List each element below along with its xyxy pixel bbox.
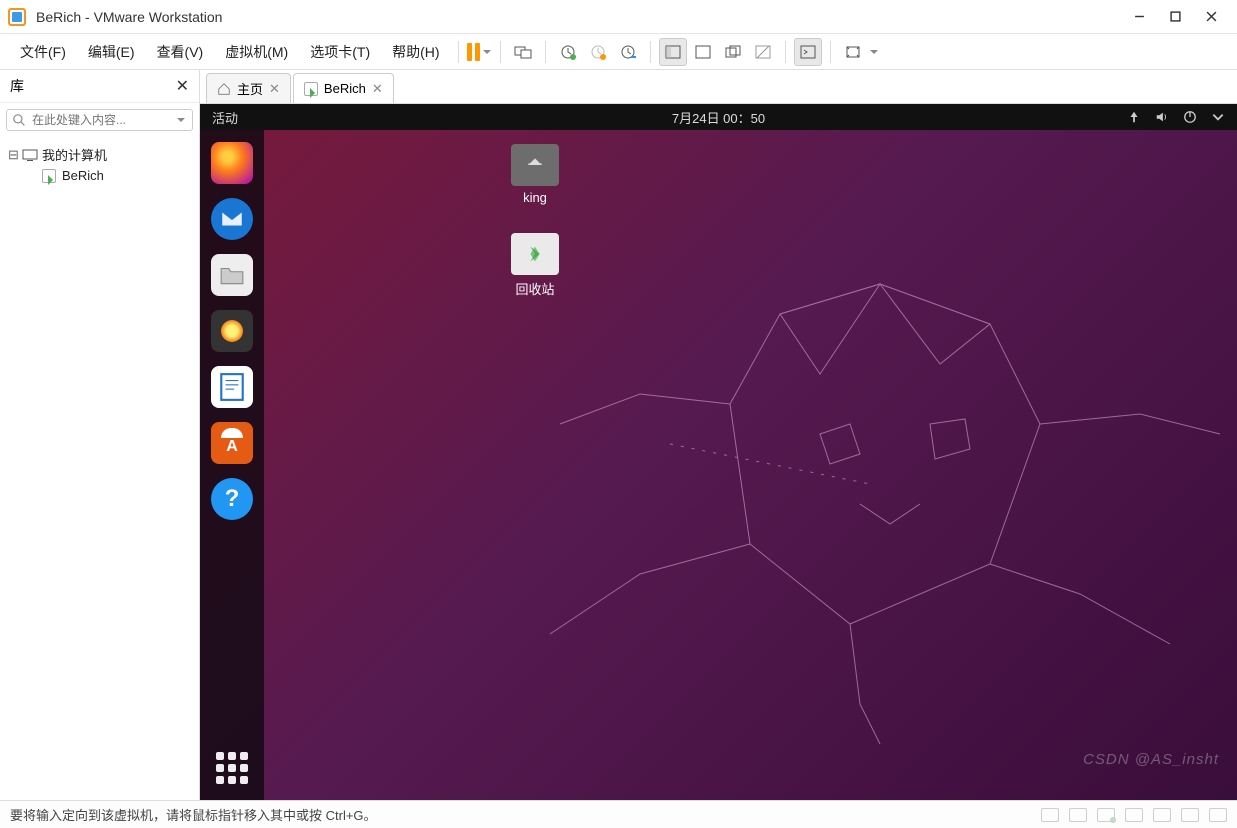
ubuntu-datetime[interactable]: 7月24日 00：50 [672, 108, 765, 127]
network-icon[interactable] [1127, 110, 1141, 124]
dock-show-apps[interactable] [216, 752, 248, 784]
status-printer-icon[interactable] [1181, 808, 1199, 822]
ubuntu-dock: A ? [200, 130, 264, 800]
wallpaper-art [520, 224, 1220, 744]
status-usb-icon[interactable] [1125, 808, 1143, 822]
maximize-button[interactable] [1157, 3, 1193, 31]
tab-vm-label: BeRich [324, 81, 366, 96]
dock-software[interactable]: A [211, 422, 253, 464]
close-button[interactable] [1193, 3, 1229, 31]
snapshot-take-button[interactable] [554, 38, 582, 66]
fullscreen-button[interactable] [839, 38, 867, 66]
tree-root-label: 我的计算机 [42, 145, 107, 164]
collapse-icon[interactable]: ⊟ [8, 147, 18, 163]
pause-dropdown[interactable] [482, 47, 492, 57]
status-cd-icon[interactable] [1069, 808, 1087, 822]
minimize-button[interactable] [1121, 3, 1157, 31]
view-disabled-button[interactable] [749, 38, 777, 66]
dock-thunderbird[interactable] [211, 198, 253, 240]
dock-libreoffice-writer[interactable] [211, 366, 253, 408]
separator [650, 41, 651, 63]
tab-vm-berich[interactable]: BeRich ✕ [293, 73, 394, 103]
tree-vm-berich[interactable]: BeRich [42, 166, 195, 185]
status-message: 要将输入定向到该虚拟机，请将鼠标指针移入其中或按 Ctrl+G。 [10, 805, 377, 824]
vm-running-icon [42, 169, 56, 183]
folder-icon [511, 144, 559, 186]
menu-file[interactable]: 文件(F) [10, 38, 76, 66]
pause-button[interactable] [467, 43, 480, 61]
separator [500, 41, 501, 63]
menu-edit[interactable]: 编辑(E) [78, 38, 145, 66]
separator [830, 41, 831, 63]
ubuntu-topbar: 活动 7月24日 00：50 [200, 104, 1237, 130]
ubuntu-activities[interactable]: 活动 [212, 108, 238, 127]
library-title: 库 [10, 76, 24, 96]
desktop-folder-king[interactable]: king [500, 144, 570, 205]
window-title: BeRich - VMware Workstation [36, 9, 1121, 25]
search-icon [13, 114, 26, 127]
view-single-button[interactable] [659, 38, 687, 66]
computer-icon [22, 148, 38, 162]
statusbar: 要将输入定向到该虚拟机，请将鼠标指针移入其中或按 Ctrl+G。 [0, 800, 1237, 828]
dock-firefox[interactable] [211, 142, 253, 184]
dock-help[interactable]: ? [211, 478, 253, 520]
separator [785, 41, 786, 63]
library-tree: ⊟ 我的计算机 BeRich [0, 137, 199, 191]
status-display-icon[interactable] [1209, 808, 1227, 822]
snapshot-manage-button[interactable] [614, 38, 642, 66]
watermark: CSDN @AS_insht [1083, 751, 1219, 768]
menu-view[interactable]: 查看(V) [147, 38, 214, 66]
tab-home[interactable]: 主页 ✕ [206, 73, 291, 103]
volume-icon[interactable] [1155, 110, 1169, 124]
status-sound-icon[interactable] [1153, 808, 1171, 822]
library-search-input[interactable] [32, 113, 170, 127]
snapshot-revert-button[interactable] [584, 38, 612, 66]
menu-tabs[interactable]: 选项卡(T) [300, 38, 380, 66]
fullscreen-dropdown[interactable] [869, 47, 879, 57]
dock-rhythmbox[interactable] [211, 310, 253, 352]
vm-running-icon [304, 82, 318, 96]
tree-vm-label: BeRich [62, 168, 104, 183]
window-titlebar: BeRich - VMware Workstation [0, 0, 1237, 34]
desktop-folder-label: king [500, 190, 570, 205]
tab-home-close[interactable]: ✕ [269, 81, 280, 97]
menu-help[interactable]: 帮助(H) [382, 38, 449, 66]
dock-files[interactable] [211, 254, 253, 296]
separator [458, 41, 459, 63]
menubar: 文件(F) 编辑(E) 查看(V) 虚拟机(M) 选项卡(T) 帮助(H) [0, 34, 1237, 70]
home-icon [217, 82, 231, 96]
chevron-down-icon[interactable] [1211, 110, 1225, 124]
tab-vm-close[interactable]: ✕ [372, 81, 383, 97]
vm-console[interactable]: 活动 7月24日 00：50 A ? [200, 104, 1237, 800]
tabbar: 主页 ✕ BeRich ✕ [200, 70, 1237, 104]
status-net-icon[interactable] [1097, 808, 1115, 822]
view-console-button[interactable] [689, 38, 717, 66]
console-view-button[interactable] [794, 38, 822, 66]
tab-home-label: 主页 [237, 79, 263, 98]
separator [545, 41, 546, 63]
search-dropdown[interactable] [176, 115, 186, 125]
app-icon [8, 8, 26, 26]
library-panel: 库 ✕ ⊟ 我的计算机 BeRich [0, 70, 200, 800]
status-device-icons[interactable] [1041, 808, 1227, 822]
library-close-button[interactable]: ✕ [176, 76, 189, 96]
library-search[interactable] [6, 109, 193, 131]
tree-root-mycomputer[interactable]: ⊟ 我的计算机 [4, 143, 195, 166]
view-multi-button[interactable] [719, 38, 747, 66]
power-icon[interactable] [1183, 110, 1197, 124]
status-disk-icon[interactable] [1041, 808, 1059, 822]
main-area: 主页 ✕ BeRich ✕ 活动 7月24日 00：50 [200, 70, 1237, 800]
send-ctrl-alt-del-button[interactable] [509, 38, 537, 66]
menu-vm[interactable]: 虚拟机(M) [215, 38, 298, 66]
